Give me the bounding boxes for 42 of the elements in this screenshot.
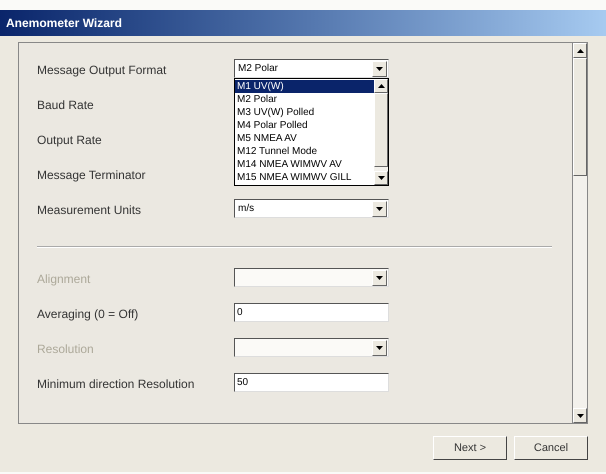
text-field[interactable]: 0 xyxy=(234,303,389,322)
field-label: Measurement Units xyxy=(37,202,142,219)
dropdown-option[interactable]: M3 UV(W) Polled xyxy=(235,106,374,119)
field-label: Resolution xyxy=(37,341,95,358)
scroll-down-button[interactable] xyxy=(573,408,587,423)
down-arrow-icon xyxy=(378,176,384,180)
field-label: Averaging (0 = Off) xyxy=(37,306,140,323)
up-arrow-icon xyxy=(576,48,584,52)
scroll-down-button[interactable] xyxy=(372,60,387,76)
down-arrow-icon xyxy=(576,414,584,418)
scroll-up-button[interactable] xyxy=(374,79,388,93)
up-arrow-icon xyxy=(378,84,384,88)
scrollbar[interactable] xyxy=(572,43,587,423)
field-label: Baud Rate xyxy=(37,97,95,114)
field-label: Alignment xyxy=(37,271,92,288)
dropdown-field[interactable]: M2 Polar xyxy=(234,59,389,78)
dropdown-option[interactable]: M4 Polar Polled xyxy=(235,119,374,132)
dropdown-option[interactable]: M2 Polar xyxy=(235,93,374,106)
dropdown-option[interactable]: M1 UV(W) xyxy=(235,80,374,93)
dropdown-option[interactable]: M14 NMEA WIMWV AV xyxy=(235,158,374,171)
scroll-down-button[interactable] xyxy=(372,200,387,216)
field-label: Message Output Format xyxy=(37,62,168,79)
field-label: Output Rate xyxy=(37,132,103,149)
scroll-up-button[interactable] xyxy=(573,43,587,58)
scroll-down-button[interactable] xyxy=(374,171,388,185)
window-title: Anemometer Wizard xyxy=(6,15,122,32)
dropdown-field[interactable]: m/s xyxy=(234,199,389,218)
scrollbar-thumb[interactable] xyxy=(573,58,587,176)
dropdown-option[interactable]: M5 NMEA AV xyxy=(235,132,374,145)
down-arrow-icon xyxy=(376,346,383,350)
down-arrow-icon xyxy=(376,66,383,70)
field-label: Message Terminator xyxy=(37,167,146,184)
down-arrow-icon xyxy=(376,276,383,280)
dropdown-option[interactable]: M15 NMEA WIMWV GILL xyxy=(235,171,374,184)
field-label: Minimum direction Resolution xyxy=(37,376,196,393)
text-field[interactable]: 50 xyxy=(234,373,389,392)
dropdown-option[interactable]: M12 Tunnel Mode xyxy=(235,145,374,158)
next-button[interactable]: Next > xyxy=(433,436,507,460)
scrollbar-thumb[interactable] xyxy=(374,93,388,167)
down-arrow-icon xyxy=(376,206,383,210)
cancel-button[interactable]: Cancel xyxy=(514,436,588,460)
scrollbar[interactable] xyxy=(374,79,388,185)
